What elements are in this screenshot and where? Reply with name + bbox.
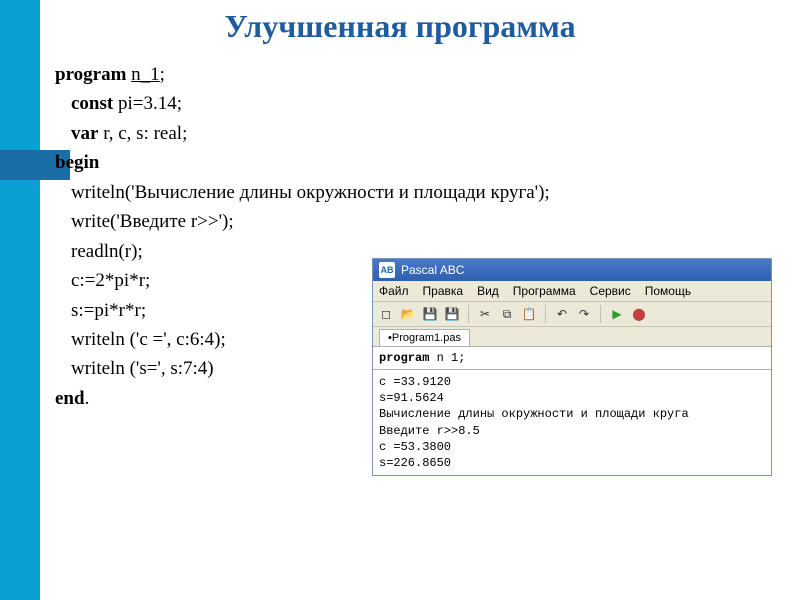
code-line: const pi=3.14; [71, 89, 550, 118]
out-line: Введите r>>8.5 [379, 424, 480, 438]
out-line: c =53.3800 [379, 440, 451, 454]
code-line: writeln('Вычисление длины окружности и п… [71, 178, 550, 207]
code-line: write('Введите r>>'); [71, 207, 550, 236]
app-icon: AB [379, 262, 395, 278]
tab-file[interactable]: •Program1.pas [379, 329, 470, 346]
stop-icon[interactable]: ⬤ [630, 305, 648, 323]
code-line: begin [55, 148, 550, 177]
ide-output: c =33.9120 s=91.5624 Вычисление длины ок… [373, 370, 771, 475]
separator [545, 305, 546, 323]
save-icon[interactable]: 💾 [421, 305, 439, 323]
keyword-var: var [71, 123, 98, 144]
open-icon[interactable]: 📂 [399, 305, 417, 323]
copy-icon[interactable]: ⧉ [498, 305, 516, 323]
code-line: program n_1; [55, 60, 550, 89]
paste-icon[interactable]: 📋 [520, 305, 538, 323]
new-icon[interactable]: ◻ [377, 305, 395, 323]
undo-icon[interactable]: ↶ [553, 305, 571, 323]
src-keyword: program [379, 351, 429, 365]
redo-icon[interactable]: ↷ [575, 305, 593, 323]
ide-tabs: •Program1.pas [373, 327, 771, 347]
ide-titlebar: AB Pascal ABC [373, 259, 771, 281]
ide-toolbar: ◻ 📂 💾 💾 ✂ ⧉ 📋 ↶ ↷ ▶ ⬤ [373, 302, 771, 327]
menu-file[interactable]: Файл [379, 284, 409, 298]
ide-menubar: Файл Правка Вид Программа Сервис Помощь [373, 281, 771, 302]
keyword-const: const [71, 93, 113, 114]
out-line: s=226.8650 [379, 456, 451, 470]
code-line: var r, c, s: real; [71, 119, 550, 148]
ide-source[interactable]: program n 1; [373, 347, 771, 370]
menu-program[interactable]: Программа [513, 284, 576, 298]
slide: Улучшенная программа program n_1; const … [0, 0, 800, 600]
left-bar [0, 0, 40, 600]
separator [600, 305, 601, 323]
run-icon[interactable]: ▶ [608, 305, 626, 323]
out-line: c =33.9120 [379, 375, 451, 389]
keyword-program: program [55, 64, 126, 85]
out-line: Вычисление длины окружности и площади кр… [379, 407, 689, 421]
slide-title: Улучшенная программа [0, 8, 800, 45]
menu-service[interactable]: Сервис [590, 284, 631, 298]
ide-title-text: Pascal ABC [401, 263, 464, 277]
ide-window: AB Pascal ABC Файл Правка Вид Программа … [372, 258, 772, 476]
cut-icon[interactable]: ✂ [476, 305, 494, 323]
program-name: n_1 [131, 64, 160, 85]
saveall-icon[interactable]: 💾 [443, 305, 461, 323]
menu-help[interactable]: Помощь [645, 284, 691, 298]
out-line: s=91.5624 [379, 391, 444, 405]
separator [468, 305, 469, 323]
keyword-end: end [55, 388, 85, 409]
menu-view[interactable]: Вид [477, 284, 499, 298]
keyword-begin: begin [55, 152, 99, 173]
menu-edit[interactable]: Правка [423, 284, 464, 298]
